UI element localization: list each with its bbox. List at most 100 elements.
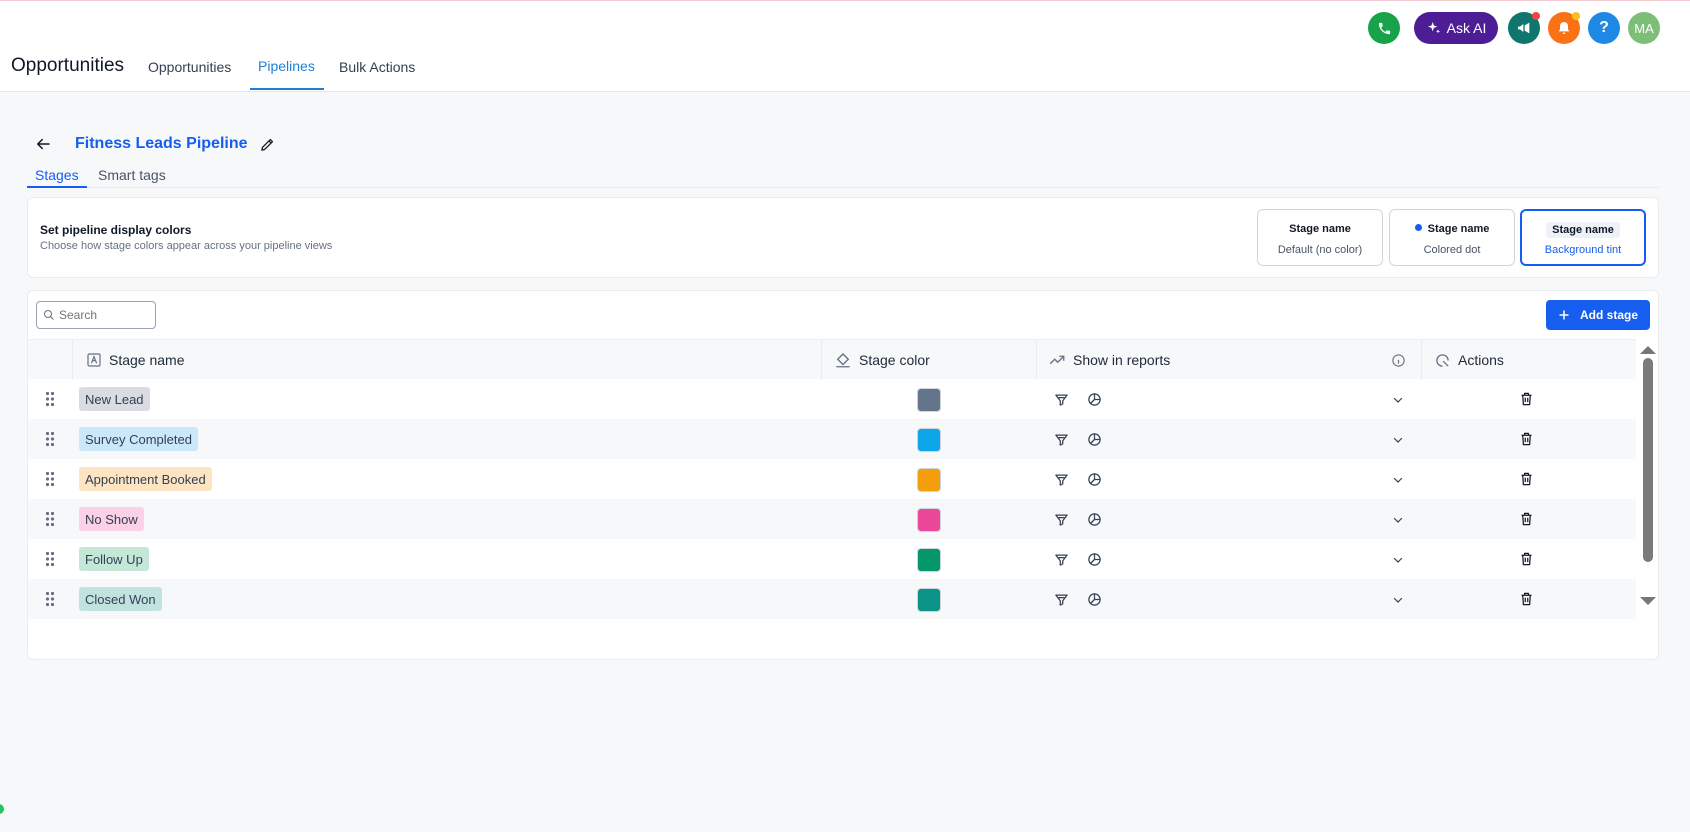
drag-handle-icon[interactable]	[45, 431, 55, 447]
tab-bulk-actions[interactable]: Bulk Actions	[339, 59, 415, 75]
scroll-up-icon[interactable]	[1640, 346, 1656, 354]
stage-color-swatch[interactable]	[917, 548, 941, 572]
info-icon[interactable]	[1391, 353, 1406, 368]
color-option-dot[interactable]: Stage name Colored dot	[1389, 209, 1515, 266]
pencil-icon[interactable]	[259, 136, 276, 153]
column-stage-color: Stage color	[834, 340, 930, 380]
scrollbar[interactable]	[1638, 339, 1658, 609]
chevron-down-icon[interactable]	[1392, 394, 1404, 406]
funnel-icon[interactable]	[1054, 392, 1069, 407]
search-icon	[44, 310, 54, 320]
announcements-button[interactable]	[1508, 12, 1540, 44]
funnel-icon[interactable]	[1054, 472, 1069, 487]
ask-ai-label: Ask AI	[1446, 20, 1487, 36]
display-colors-title: Set pipeline display colors	[40, 223, 192, 237]
trash-icon[interactable]	[1519, 591, 1534, 607]
funnel-icon[interactable]	[1054, 512, 1069, 527]
option-label: Colored dot	[1423, 244, 1481, 256]
table-row: Follow Up	[28, 539, 1636, 579]
trend-up-icon	[1049, 355, 1065, 365]
paint-bucket-icon	[836, 353, 850, 368]
trash-icon[interactable]	[1519, 511, 1534, 527]
dot-icon	[1414, 224, 1422, 231]
column-stage-name: Stage name	[86, 340, 185, 380]
trash-icon[interactable]	[1519, 391, 1534, 407]
chevron-down-icon[interactable]	[1392, 514, 1404, 526]
table-row: Survey Completed	[28, 419, 1636, 459]
table-row: Closed Won	[28, 579, 1636, 619]
pie-chart-icon[interactable]	[1087, 432, 1102, 447]
avatar[interactable]: MA	[1628, 12, 1660, 44]
stage-name-pill[interactable]: Survey Completed	[79, 427, 198, 451]
help-icon: ?	[1599, 19, 1609, 36]
scroll-down-icon[interactable]	[1640, 597, 1656, 605]
funnel-icon[interactable]	[1054, 552, 1069, 567]
tab-smart-tags[interactable]: Smart tags	[98, 167, 166, 183]
trash-icon[interactable]	[1519, 551, 1534, 567]
color-option-tint[interactable]: Stage name Background tint	[1520, 209, 1646, 266]
option-stage-name: Stage name	[1427, 223, 1490, 235]
stage-name-pill[interactable]: Appointment Booked	[79, 467, 212, 491]
top-header: Opportunities Opportunities Pipelines Bu…	[0, 0, 1690, 92]
pipeline-title: Fitness Leads Pipeline	[75, 135, 248, 152]
phone-icon	[1378, 22, 1390, 34]
pie-chart-icon[interactable]	[1087, 552, 1102, 567]
chevron-down-icon[interactable]	[1392, 474, 1404, 486]
scroll-thumb[interactable]	[1643, 358, 1653, 562]
back-arrow-icon[interactable]	[34, 135, 52, 153]
plus-icon	[1559, 310, 1569, 320]
drag-handle-icon[interactable]	[45, 471, 55, 487]
header-actions: Ask AI ? MA	[1368, 12, 1678, 44]
stage-color-swatch[interactable]	[917, 428, 941, 452]
tab-pipelines[interactable]: Pipelines	[258, 58, 315, 74]
ask-ai-button[interactable]: Ask AI	[1414, 12, 1498, 44]
pie-chart-icon[interactable]	[1087, 472, 1102, 487]
active-subtab-indicator	[27, 186, 87, 188]
notification-badge	[1532, 12, 1540, 20]
option-label: Default (no color)	[1277, 244, 1363, 256]
funnel-icon[interactable]	[1054, 592, 1069, 607]
text-field-icon	[87, 353, 101, 367]
color-option-default[interactable]: Stage name Default (no color)	[1257, 209, 1383, 266]
pie-chart-icon[interactable]	[1087, 512, 1102, 527]
stage-name-pill[interactable]: No Show	[79, 507, 144, 531]
sparkle-icon	[1427, 22, 1440, 34]
table-row: Appointment Booked	[28, 459, 1636, 499]
drag-handle-icon[interactable]	[45, 551, 55, 567]
help-button[interactable]: ?	[1588, 12, 1620, 44]
option-label: Background tint	[1544, 244, 1622, 256]
tab-stages[interactable]: Stages	[35, 167, 79, 183]
pie-chart-icon[interactable]	[1087, 592, 1102, 607]
display-colors-card: Set pipeline display colors Choose how s…	[27, 197, 1659, 278]
stage-color-swatch[interactable]	[917, 388, 941, 412]
add-stage-label: Add stage	[1579, 308, 1638, 322]
table-row: No Show	[28, 499, 1636, 539]
stage-color-swatch[interactable]	[917, 508, 941, 532]
notifications-button[interactable]	[1548, 12, 1580, 44]
stage-color-swatch[interactable]	[917, 588, 941, 612]
phone-button[interactable]	[1368, 12, 1400, 44]
chevron-down-icon[interactable]	[1392, 594, 1404, 606]
trash-icon[interactable]	[1519, 471, 1534, 487]
chevron-down-icon[interactable]	[1392, 434, 1404, 446]
trash-icon[interactable]	[1519, 431, 1534, 447]
display-colors-description: Choose how stage colors appear across yo…	[40, 240, 333, 252]
stage-name-pill[interactable]: Closed Won	[79, 587, 162, 611]
pie-chart-icon[interactable]	[1087, 392, 1102, 407]
notification-badge	[1572, 12, 1580, 20]
chevron-down-icon[interactable]	[1392, 554, 1404, 566]
stage-name-pill[interactable]: New Lead	[79, 387, 150, 411]
bell-icon	[1558, 22, 1570, 34]
drag-handle-icon[interactable]	[45, 591, 55, 607]
drag-handle-icon[interactable]	[45, 511, 55, 527]
add-stage-button[interactable]: Add stage	[1546, 300, 1650, 330]
option-stage-name: Stage name	[1546, 222, 1620, 238]
stage-name-pill[interactable]: Follow Up	[79, 547, 149, 571]
drag-handle-icon[interactable]	[45, 391, 55, 407]
table-row: New Lead	[28, 379, 1636, 419]
funnel-icon[interactable]	[1054, 432, 1069, 447]
stage-color-swatch[interactable]	[917, 468, 941, 492]
active-tab-indicator	[250, 88, 324, 90]
subtabs-divider	[27, 187, 1659, 188]
tab-opportunities[interactable]: Opportunities	[148, 59, 231, 75]
